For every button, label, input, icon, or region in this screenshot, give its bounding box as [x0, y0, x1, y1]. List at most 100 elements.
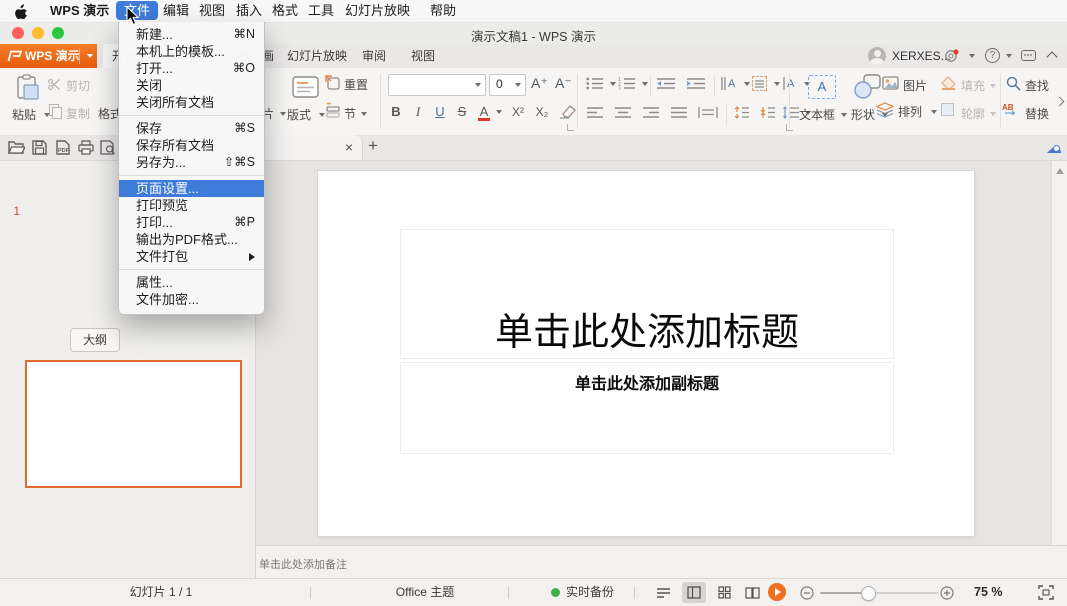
slide-thumbnail[interactable] [25, 360, 242, 488]
decrease-indent-icon[interactable] [656, 77, 676, 90]
menubar-item-tools[interactable]: 工具 [308, 0, 334, 22]
zoom-slider-track[interactable] [820, 592, 862, 594]
user-name[interactable]: XERXES... [892, 44, 951, 68]
menu-item-close-all[interactable]: 关闭所有文档 [119, 94, 264, 111]
menu-item-open[interactable]: 打开...⌘O [119, 60, 264, 77]
outline-button[interactable]: 轮廓 [940, 100, 996, 122]
notes-pane[interactable]: 单击此处添加备注 [256, 545, 1067, 579]
play-slideshow-button[interactable] [768, 583, 786, 601]
strikethrough-button[interactable]: S [454, 102, 470, 122]
align-right-icon[interactable] [642, 106, 660, 119]
backup-status[interactable]: 实时备份 [566, 579, 614, 606]
align-text-icon[interactable] [752, 76, 767, 91]
grow-font-button[interactable]: A⁺ [531, 75, 548, 92]
title-placeholder[interactable]: 单击此处添加标题 [400, 229, 894, 359]
menu-item-close[interactable]: 关闭 [119, 77, 264, 94]
chevron-down-icon[interactable] [642, 82, 648, 86]
fit-to-window-icon[interactable] [1038, 585, 1054, 600]
menubar-item-help[interactable]: 帮助 [430, 0, 456, 22]
menu-item-save[interactable]: 保存⌘S [119, 120, 264, 137]
subscript-button[interactable]: X₂ [532, 102, 552, 122]
zoom-in-icon[interactable] [940, 586, 954, 600]
align-left-icon[interactable] [586, 106, 604, 119]
reading-view-button[interactable] [740, 582, 764, 603]
increase-spacing-icon[interactable] [732, 106, 750, 119]
print-preview-icon[interactable] [100, 140, 116, 155]
wps-menu-button[interactable]: WPS 演示 [0, 44, 97, 68]
vertical-scrollbar[interactable] [1051, 160, 1067, 545]
menubar-item-view[interactable]: 视图 [199, 0, 225, 22]
replace-button[interactable]: AB 替换 [1002, 100, 1058, 122]
notification-icon[interactable] [944, 49, 959, 63]
chevron-down-icon[interactable] [610, 82, 616, 86]
menu-item-print[interactable]: 打印...⌘P [119, 214, 264, 231]
bold-button[interactable]: B [388, 102, 404, 122]
numbered-list-icon[interactable]: 123 [618, 77, 636, 90]
menu-item-save-as[interactable]: 另存为...⇧⌘S [119, 154, 264, 171]
chevron-down-icon[interactable] [774, 82, 780, 86]
menubar-item-insert[interactable]: 插入 [236, 0, 262, 22]
zoom-slider-handle[interactable] [861, 586, 876, 601]
menu-item-properties[interactable]: 属性... [119, 274, 264, 291]
picture-button[interactable]: 图片 [882, 74, 934, 96]
font-size-combobox[interactable]: 0 [489, 74, 526, 96]
menu-item-templates[interactable]: 本机上的模板... [119, 43, 264, 60]
bullet-list-icon[interactable] [586, 77, 604, 90]
cloud-sync-icon[interactable]: ☁ [1046, 138, 1062, 158]
paste-button[interactable]: 粘贴 [8, 72, 48, 130]
normal-view-button[interactable] [682, 582, 706, 603]
layout-button[interactable]: 版式 [283, 72, 327, 130]
menu-item-save-all[interactable]: 保存所有文档 [119, 137, 264, 154]
print-icon[interactable] [78, 140, 94, 155]
feedback-icon[interactable] [1021, 50, 1036, 61]
shrink-font-button[interactable]: A⁻ [555, 75, 572, 92]
section-button[interactable]: 节 [325, 100, 377, 122]
menu-item-export-pdf[interactable]: 输出为PDF格式... [119, 231, 264, 248]
open-file-icon[interactable] [8, 140, 25, 155]
chevron-down-icon[interactable] [969, 54, 975, 58]
text-box-button[interactable]: A 文本框 [797, 72, 849, 130]
scroll-up-icon[interactable] [1056, 168, 1064, 174]
apple-logo-icon[interactable] [15, 4, 28, 19]
increase-indent-icon[interactable] [686, 77, 706, 90]
chevron-down-icon[interactable] [744, 82, 750, 86]
outline-tab-button[interactable]: 大纲 [70, 328, 120, 352]
font-family-combobox[interactable] [388, 74, 486, 96]
save-icon[interactable] [32, 140, 47, 155]
superscript-button[interactable]: X² [508, 102, 528, 122]
chevron-down-icon[interactable] [1006, 54, 1012, 58]
export-pdf-icon[interactable]: PDF [55, 140, 71, 155]
menubar-item-edit[interactable]: 编辑 [163, 0, 189, 22]
new-tab-button[interactable]: + [368, 136, 378, 156]
menu-item-page-setup[interactable]: 页面设置... [119, 180, 264, 197]
tab-slideshow[interactable]: 幻灯片放映 [287, 44, 347, 68]
slide-canvas[interactable]: 单击此处添加标题 单击此处添加副标题 [318, 171, 974, 536]
dialog-launcher-icon[interactable] [567, 124, 574, 131]
menubar-item-format[interactable]: 格式 [272, 0, 298, 22]
menu-item-encrypt[interactable]: 文件加密... [119, 291, 264, 308]
menu-item-print-preview[interactable]: 打印预览 [119, 197, 264, 214]
zoom-slider-track[interactable] [874, 592, 938, 594]
menu-item-new[interactable]: 新建...⌘N [119, 26, 264, 43]
decrease-spacing-icon[interactable] [758, 106, 776, 119]
slide-sorter-view-button[interactable] [712, 582, 736, 603]
fill-button[interactable]: 填充 [940, 74, 996, 96]
reset-button[interactable]: 重置 [325, 74, 377, 96]
subtitle-placeholder[interactable]: 单击此处添加副标题 [400, 362, 894, 454]
arrange-button[interactable]: 排列 [876, 100, 936, 122]
tab-view[interactable]: 视图 [411, 44, 435, 68]
menubar-item-slideshow[interactable]: 幻灯片放映 [345, 0, 410, 22]
italic-button[interactable]: I [410, 102, 426, 122]
menu-item-package[interactable]: 文件打包 [119, 248, 264, 265]
zoom-out-icon[interactable] [800, 586, 814, 600]
help-icon[interactable]: ? [985, 48, 1000, 63]
clear-format-icon[interactable] [558, 105, 576, 119]
collapse-ribbon-icon[interactable] [1046, 51, 1057, 62]
user-avatar[interactable] [868, 47, 886, 65]
notes-toggle-icon[interactable] [656, 586, 671, 599]
close-tab-icon[interactable]: × [342, 138, 356, 156]
zoom-percentage[interactable]: 75 % [974, 579, 1003, 606]
underline-button[interactable]: U [432, 102, 448, 122]
text-direction-icon[interactable]: A [720, 76, 738, 91]
distribute-text-icon[interactable] [698, 106, 718, 119]
